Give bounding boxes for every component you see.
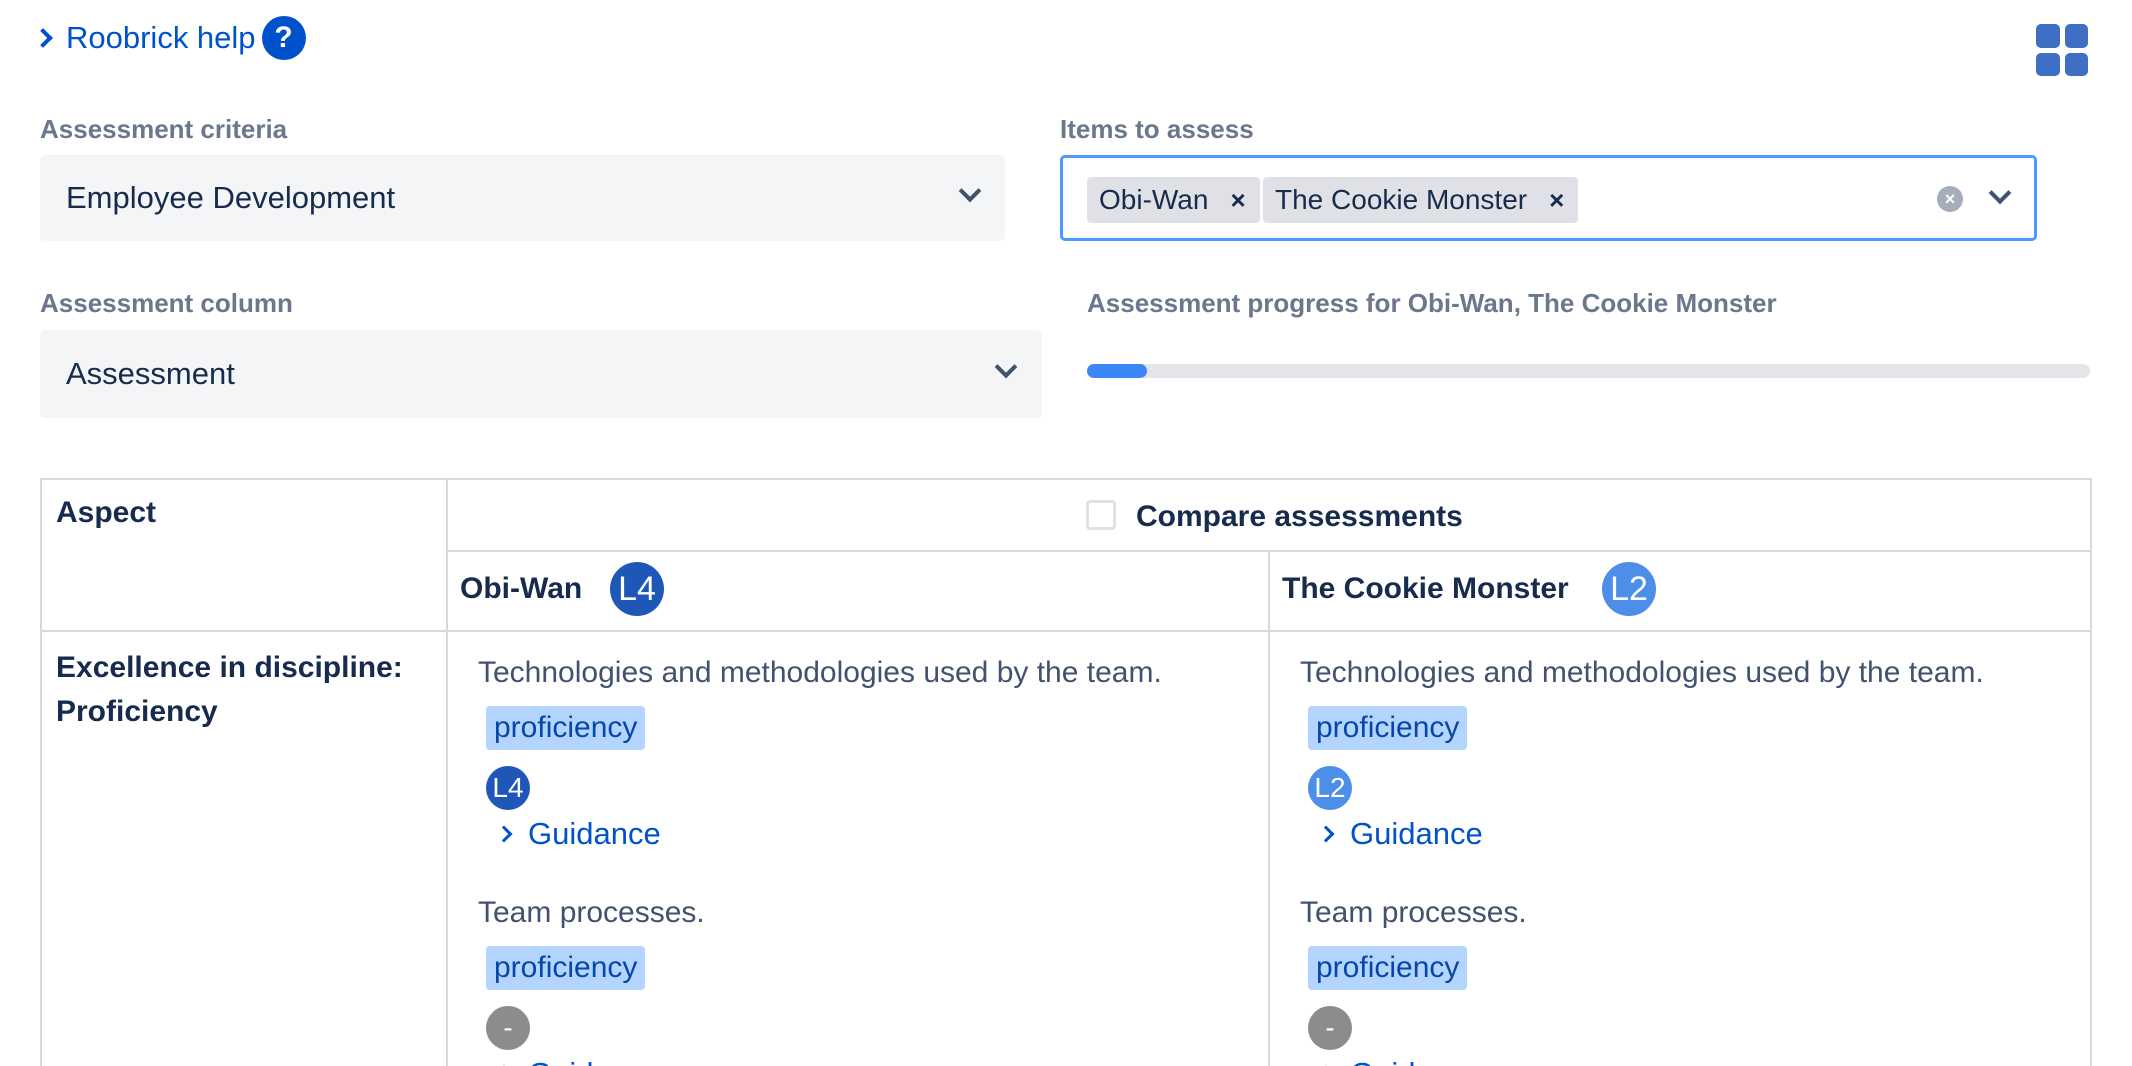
criterion-text: Technologies and methodologies used by t… [478, 656, 1162, 689]
level-badge[interactable]: L2 [1308, 766, 1352, 810]
level-badge[interactable]: - [486, 1006, 530, 1050]
chevron-down-icon[interactable] [994, 355, 1018, 379]
criteria-value: Employee Development [66, 180, 396, 215]
aspect-header: Aspect [56, 496, 157, 529]
column-label: Assessment column [40, 288, 293, 318]
guidance-toggle[interactable]: Guidance [1317, 816, 1483, 852]
criterion-tag: proficiency [486, 706, 646, 750]
chevron-right-icon [33, 28, 53, 48]
chevron-down-icon[interactable] [1988, 181, 2012, 205]
help-link[interactable]: Roobrick help [66, 20, 256, 56]
help-toggle[interactable]: Roobrick help ? [33, 16, 306, 60]
item-tag-cookie-monster: The Cookie Monster × [1263, 177, 1579, 223]
row-aspect: Excellence in discipline: Proficiency [56, 651, 403, 728]
guidance-toggle[interactable]: Guidance [1317, 1056, 1483, 1066]
level-badge[interactable]: - [1308, 1006, 1352, 1050]
remove-tag-icon[interactable]: × [1549, 185, 1564, 216]
criterion-tag: proficiency [1308, 706, 1468, 750]
compare-label[interactable]: Compare assessments [1136, 500, 1463, 534]
criteria-select[interactable]: Employee Development [40, 155, 1005, 241]
level-badge: L2 [1602, 562, 1656, 616]
level-badge: L4 [610, 562, 664, 616]
compare-checkbox[interactable] [1086, 500, 1116, 530]
guidance-toggle[interactable]: Guidance [495, 1056, 661, 1066]
column-select[interactable]: Assessment [40, 330, 1042, 418]
progress-fill [1087, 364, 1148, 378]
items-multiselect[interactable]: Obi-Wan × The Cookie Monster × × [1060, 155, 2037, 241]
guidance-toggle[interactable]: Guidance [495, 816, 661, 852]
criteria-label: Assessment criteria [40, 114, 288, 144]
clear-icon[interactable]: × [1937, 186, 1963, 212]
criterion-tag: proficiency [486, 946, 646, 990]
remove-tag-icon[interactable]: × [1230, 185, 1245, 216]
assessment-table: Aspect Compare assessments Obi-Wan L4 Th… [40, 478, 2092, 1066]
level-badge[interactable]: L4 [486, 766, 530, 810]
progress-label: Assessment progress for Obi-Wan, The Coo… [1087, 288, 1777, 318]
chevron-right-icon [495, 825, 513, 843]
item-tag-obi-wan: Obi-Wan × [1087, 177, 1260, 223]
criterion-text: Team processes. [478, 896, 705, 929]
grid-layout-icon[interactable] [2036, 24, 2088, 76]
criterion-text: Team processes. [1300, 896, 1527, 929]
column-value: Assessment [66, 356, 235, 391]
items-label: Items to assess [1060, 114, 1254, 144]
criterion-tag: proficiency [1308, 946, 1468, 990]
chevron-down-icon[interactable] [958, 179, 982, 203]
criterion-text: Technologies and methodologies used by t… [1300, 656, 1984, 689]
subject-name: Obi-Wan [460, 572, 583, 605]
question-circle-icon[interactable]: ? [261, 16, 306, 60]
progress-bar [1087, 364, 2090, 378]
chevron-right-icon [1317, 825, 1335, 843]
subject-name: The Cookie Monster [1282, 572, 1569, 605]
